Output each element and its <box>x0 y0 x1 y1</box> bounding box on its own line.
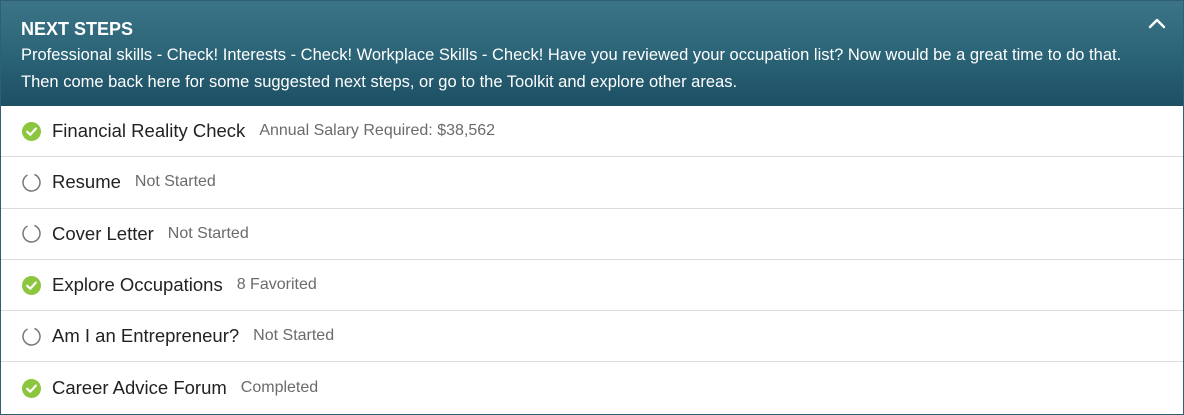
step-label: Explore Occupations <box>52 274 223 296</box>
check-circle-icon <box>22 121 41 141</box>
empty-circle-icon <box>22 327 41 346</box>
step-label: Career Advice Forum <box>52 377 227 399</box>
step-label: Resume <box>52 171 121 193</box>
step-status: Not Started <box>167 224 249 242</box>
step-row[interactable]: Am I an Entrepreneur? Not Started <box>1 311 1183 363</box>
next-steps-panel: NEXT STEPS Professional skills - Check! … <box>0 0 1184 415</box>
step-status: Not Started <box>253 327 335 345</box>
step-row[interactable]: Career Advice Forum Completed <box>1 362 1183 413</box>
step-row[interactable]: Cover Letter Not Started <box>1 209 1183 260</box>
step-label: Cover Letter <box>52 222 154 244</box>
step-status: Completed <box>240 379 319 397</box>
step-status: Not Started <box>134 173 216 191</box>
step-status: Annual Salary Required: $38,562 <box>259 122 496 140</box>
check-circle-icon <box>22 275 41 295</box>
step-label: Am I an Entrepreneur? <box>52 325 240 347</box>
step-row[interactable]: Resume Not Started <box>1 157 1183 209</box>
panel-description: Professional skills - Check! Interests -… <box>21 46 1122 91</box>
step-row[interactable]: Explore Occupations 8 Favorited <box>1 260 1183 312</box>
step-label: Financial Reality Check <box>52 120 246 142</box>
panel-title: NEXT STEPS <box>21 19 134 39</box>
step-status: 8 Favorited <box>236 276 317 294</box>
empty-circle-icon <box>22 224 41 243</box>
step-row[interactable]: Financial Reality Check Annual Salary Re… <box>1 106 1183 158</box>
next-steps-header: NEXT STEPS Professional skills - Check! … <box>1 1 1183 106</box>
chevron-up-icon[interactable] <box>1145 13 1169 33</box>
empty-circle-icon <box>22 173 41 192</box>
steps-list: Financial Reality Check Annual Salary Re… <box>1 106 1183 414</box>
check-circle-icon <box>22 378 41 398</box>
